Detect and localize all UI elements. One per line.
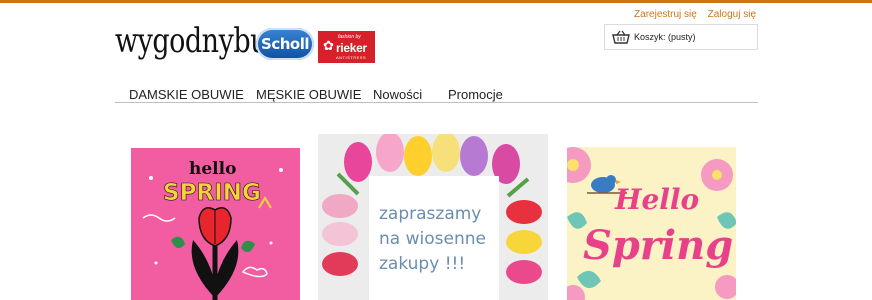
- banner-right-line1: Hello: [614, 183, 699, 216]
- scholl-brand-logo: Scholl: [256, 28, 314, 60]
- banner-left-line1: hello: [189, 159, 236, 179]
- hello-spring-illustration: hello SPRING: [142, 159, 283, 300]
- banner-spring-shopping[interactable]: zapraszamy na wiosenne zakupy !!!: [318, 134, 548, 300]
- cart-box[interactable]: Koszyk: (pusty): [604, 24, 758, 50]
- login-link[interactable]: Zaloguj się: [708, 9, 756, 20]
- banner-hello-spring-left[interactable]: hello SPRING: [131, 148, 300, 300]
- rieker-flower-icon: ✿: [323, 38, 334, 53]
- banner-center-card: zapraszamy na wiosenne zakupy !!!: [369, 176, 499, 300]
- rieker-name: rieker: [336, 41, 367, 55]
- nav-item-nowosci[interactable]: Nowości: [373, 87, 422, 102]
- main-nav: DAMSKIE OBUWIE MĘSKIE OBUWIE Nowości Pro…: [115, 84, 758, 103]
- hello-spring-floral-illustration: Hello Spring: [567, 147, 736, 300]
- banner-center-text: zapraszamy na wiosenne zakupy !!!: [379, 204, 486, 274]
- nav-item-meskie-obuwie[interactable]: MĘSKIE OBUWIE: [256, 87, 361, 102]
- register-link[interactable]: Zarejestruj się: [634, 9, 697, 20]
- rieker-tagline: fashion by: [338, 34, 361, 40]
- scholl-brand-text: Scholl: [261, 35, 309, 53]
- nav-item-promocje[interactable]: Promocje: [448, 87, 503, 102]
- basket-icon: [612, 30, 630, 44]
- cart-status: Koszyk: (pusty): [634, 32, 696, 42]
- top-accent-bar: [0, 0, 872, 3]
- banner-right-line2: Spring: [583, 222, 733, 269]
- logo-text: wygodnybut: [115, 22, 278, 61]
- account-links: Zarejestruj się Zaloguj się: [626, 9, 756, 20]
- rieker-subtitle: ANTISTRESS: [336, 55, 367, 60]
- nav-item-damskie-obuwie[interactable]: DAMSKIE OBUWIE: [129, 87, 244, 102]
- rieker-brand-logo: ✿ fashion by rieker ANTISTRESS: [318, 31, 375, 63]
- banner-left-line2: SPRING: [163, 180, 261, 206]
- banner-hello-spring-right[interactable]: Hello Spring: [567, 147, 736, 300]
